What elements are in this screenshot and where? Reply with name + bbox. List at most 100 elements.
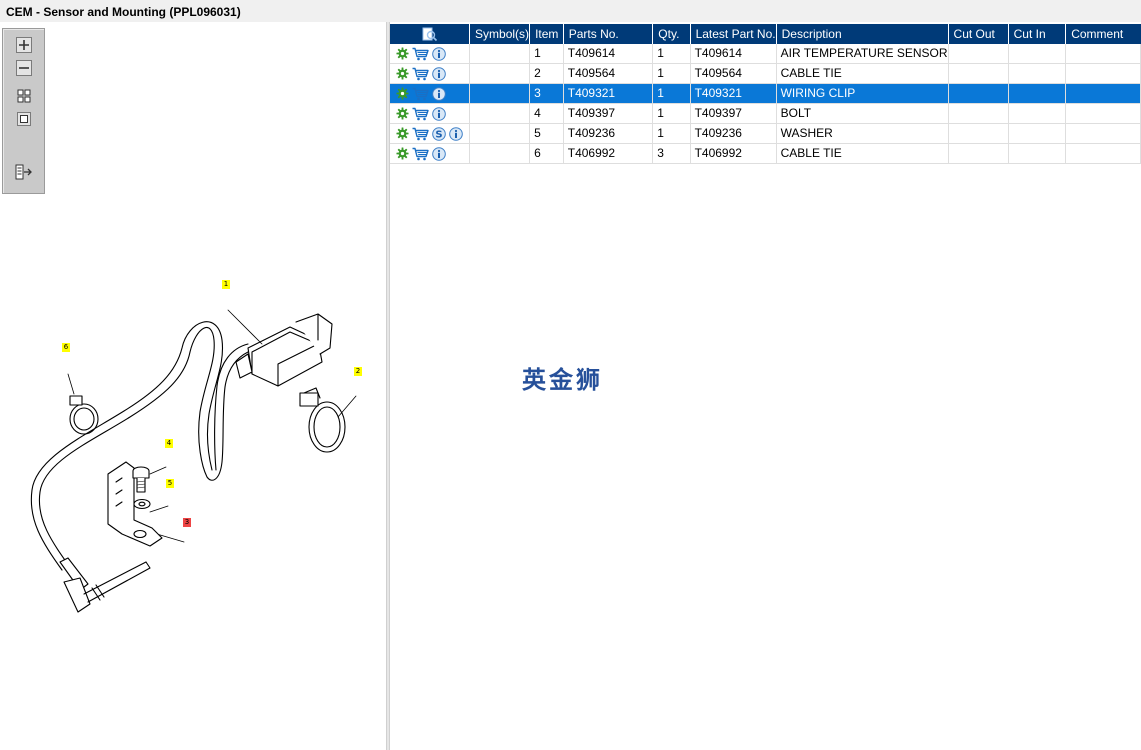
callout-4[interactable]: 4 <box>165 439 173 448</box>
cell-qty: 3 <box>652 143 691 164</box>
watermark: 英金狮 <box>522 366 603 394</box>
callout-2[interactable]: 2 <box>354 367 362 376</box>
export-arrow-icon <box>15 164 32 180</box>
cell-description: BOLT <box>776 103 949 124</box>
cart-icon[interactable] <box>412 147 429 161</box>
gear-icon[interactable] <box>396 87 409 100</box>
cell-part-no: T409321 <box>563 83 654 104</box>
callout-6[interactable]: 6 <box>62 343 70 352</box>
cell-part-no: T406992 <box>563 143 654 164</box>
gear-icon[interactable] <box>396 47 409 60</box>
cart-icon[interactable] <box>412 67 429 81</box>
cell-latest-part-no: T409397 <box>690 103 777 124</box>
zoom-out-button[interactable] <box>15 59 33 77</box>
gear-icon[interactable] <box>396 107 409 120</box>
row-action-icons: S <box>390 123 471 144</box>
info-icon[interactable] <box>432 66 446 81</box>
cell-cut-in <box>1008 143 1067 164</box>
fit-all-button[interactable] <box>15 87 33 105</box>
info-icon[interactable] <box>449 126 463 141</box>
cell-item: 5 <box>529 123 564 144</box>
gear-icon[interactable] <box>396 147 409 160</box>
callout-3[interactable]: 3 <box>183 518 191 527</box>
gear-icon[interactable] <box>396 127 409 140</box>
cell-cut-out <box>948 83 1009 104</box>
fit-all-icon <box>17 89 31 103</box>
zoom-in-button[interactable] <box>15 36 33 54</box>
info-icon[interactable] <box>432 46 446 61</box>
column-header-description[interactable]: Description <box>776 24 949 44</box>
column-header-cut-in[interactable]: Cut In <box>1008 24 1067 44</box>
cell-comment <box>1065 83 1141 104</box>
cell-item: 4 <box>529 103 564 124</box>
parts-table-body: 1 T409614 1 T409614 AIR TEMPERATURE SENSOR 2 T… <box>390 44 1141 164</box>
column-header-cut-out[interactable]: Cut Out <box>948 24 1009 44</box>
callout-5[interactable]: 5 <box>166 479 174 488</box>
cell-comment <box>1065 123 1141 144</box>
callout-1[interactable]: 1 <box>222 280 230 289</box>
cell-symbols <box>469 83 531 104</box>
cell-description: CABLE TIE <box>776 143 949 164</box>
column-header-qty[interactable]: Qty. <box>652 24 691 44</box>
cell-qty: 1 <box>652 123 691 144</box>
cell-latest-part-no: T409564 <box>690 63 777 84</box>
cart-icon[interactable] <box>412 87 429 101</box>
cart-icon[interactable] <box>412 47 429 61</box>
row-action-icons <box>390 103 471 124</box>
cell-comment <box>1065 103 1141 124</box>
cell-description: CABLE TIE <box>776 63 949 84</box>
cell-cut-in <box>1008 63 1067 84</box>
cart-icon[interactable] <box>412 127 429 141</box>
column-header-parts-no[interactable]: Parts No. <box>563 24 654 44</box>
search-document-icon <box>422 27 437 41</box>
table-row[interactable]: 3 T409321 1 T409321 WIRING CLIP <box>390 83 1141 104</box>
cell-part-no: T409236 <box>563 123 654 144</box>
cell-description: WIRING CLIP <box>776 83 949 104</box>
cell-latest-part-no: T406992 <box>690 143 777 164</box>
info-icon[interactable] <box>432 86 446 101</box>
table-row[interactable]: 2 T409564 1 T409564 CABLE TIE <box>390 63 1141 84</box>
column-header-comment[interactable]: Comment <box>1065 24 1141 44</box>
cell-item: 1 <box>529 44 564 64</box>
row-action-icons <box>390 83 471 104</box>
exploded-diagram[interactable] <box>0 22 386 750</box>
table-header-row: Symbol(s) Item Parts No. Qty. Latest Par… <box>390 24 1141 44</box>
cell-qty: 1 <box>652 103 691 124</box>
info-icon[interactable] <box>432 146 446 161</box>
gear-icon[interactable] <box>396 67 409 80</box>
zoom-toolbar <box>2 28 45 194</box>
table-row[interactable]: 4 T409397 1 T409397 BOLT <box>390 103 1141 124</box>
table-row[interactable]: 1 T409614 1 T409614 AIR TEMPERATURE SENSOR <box>390 44 1141 64</box>
cell-part-no: T409614 <box>563 44 654 64</box>
cell-cut-in <box>1008 83 1067 104</box>
cell-cut-in <box>1008 103 1067 124</box>
cell-description: AIR TEMPERATURE SENSOR <box>776 44 949 64</box>
cell-comment <box>1065 63 1141 84</box>
square-icon <box>17 112 31 126</box>
cell-cut-in <box>1008 123 1067 144</box>
cell-latest-part-no: T409321 <box>690 83 777 104</box>
column-header-item[interactable]: Item <box>529 24 564 44</box>
cell-symbols <box>469 123 531 144</box>
cell-symbols <box>469 143 531 164</box>
table-row[interactable]: S 5 T409236 1 T409236 WASHER <box>390 123 1141 144</box>
cell-comment <box>1065 143 1141 164</box>
column-header-latest-part-no[interactable]: Latest Part No. <box>690 24 777 44</box>
svg-text:S: S <box>435 129 442 140</box>
cell-cut-in <box>1008 44 1067 64</box>
actual-size-button[interactable] <box>15 110 33 128</box>
cell-cut-out <box>948 143 1009 164</box>
table-row[interactable]: 6 T406992 3 T406992 CABLE TIE <box>390 143 1141 164</box>
cell-symbols <box>469 44 531 64</box>
info-icon[interactable] <box>432 106 446 121</box>
row-action-icons <box>390 44 471 64</box>
cell-symbols <box>469 63 531 84</box>
column-header-symbols[interactable]: Symbol(s) <box>469 24 531 44</box>
cart-icon[interactable] <box>412 107 429 121</box>
export-view-button[interactable] <box>15 163 33 181</box>
header-icon-cell[interactable] <box>390 24 471 44</box>
cell-qty: 1 <box>652 44 691 64</box>
supersession-icon[interactable]: S <box>432 126 446 141</box>
cell-symbols <box>469 103 531 124</box>
diagram-pane[interactable]: 1 2 3 4 5 6 <box>0 22 386 750</box>
